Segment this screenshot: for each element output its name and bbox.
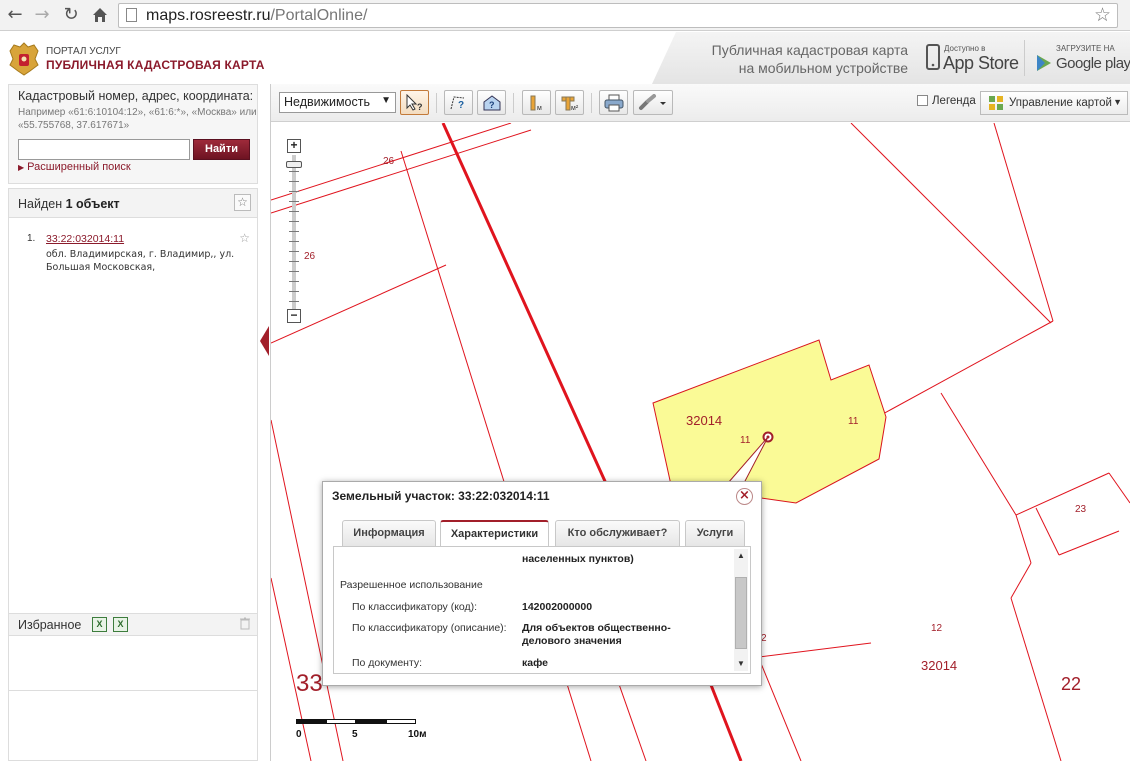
scroll-down-icon[interactable]: ▼ — [734, 657, 748, 671]
document-value: кафе — [522, 657, 548, 669]
popup-title: Земельный участок: 33:22:032014:11 — [332, 489, 550, 503]
characteristics-panel: населенных пунктов) Разрешенное использо… — [333, 546, 751, 674]
classifier-desc-label: По классификатору (описание): — [352, 622, 507, 634]
scroll-thumb[interactable] — [735, 577, 747, 649]
tab-info[interactable]: Информация — [342, 520, 436, 546]
classifier-code-label: По классификатору (код): — [352, 601, 478, 613]
scroll-up-icon[interactable]: ▲ — [734, 549, 748, 563]
tab-services[interactable]: Услуги — [685, 520, 745, 546]
close-icon[interactable]: × — [736, 488, 753, 505]
tab-characteristics[interactable]: Характеристики — [440, 520, 549, 547]
partial-value: населенных пунктов) — [522, 553, 634, 565]
classifier-desc-value: Для объектов общественно-делового значен… — [522, 622, 671, 647]
permitted-use-heading: Разрешенное использование — [340, 579, 483, 591]
classifier-code-value: 142002000000 — [522, 601, 593, 613]
popup-scrollbar[interactable]: ▲ ▼ — [734, 549, 748, 671]
parcel-info-popup: Земельный участок: 33:22:032014:11 × Инф… — [322, 481, 762, 686]
document-label: По документу: — [352, 657, 423, 669]
tab-who-serves[interactable]: Кто обслуживает? — [555, 520, 680, 546]
